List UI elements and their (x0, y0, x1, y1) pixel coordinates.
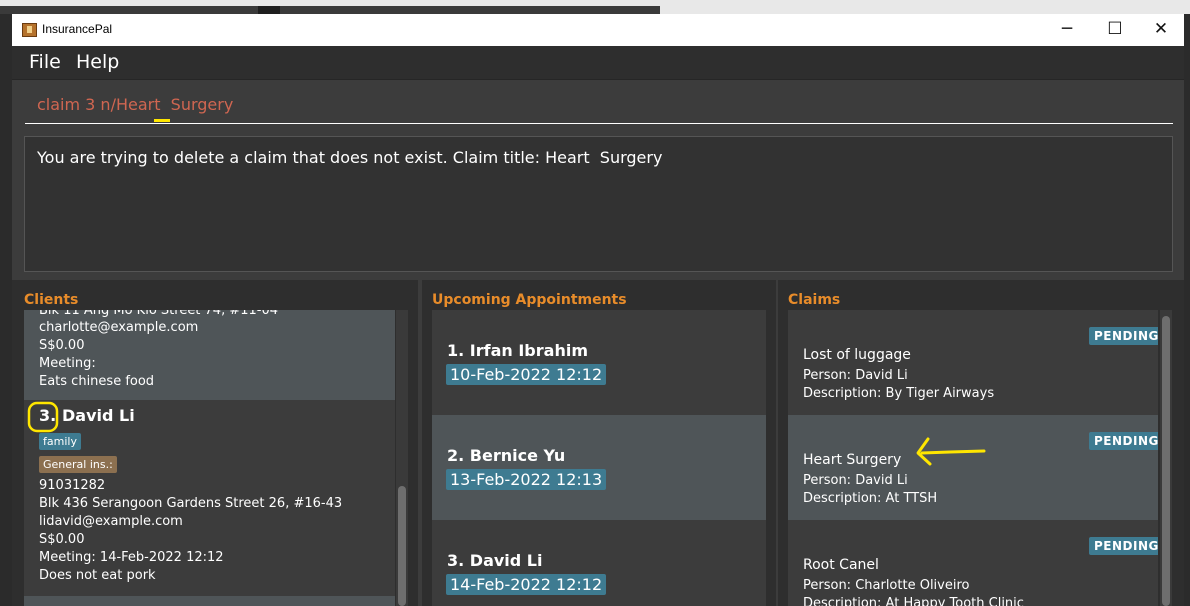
background-strip (0, 0, 1190, 14)
annotation-circle (27, 401, 59, 433)
client-note: Eats chinese food (39, 374, 155, 389)
status-badge: PENDING (1089, 537, 1158, 555)
status-badge: PENDING (1089, 432, 1158, 450)
client-address: Blk 11 Ang Mo Kio Street 74, #11-04 (39, 310, 279, 318)
result-message: You are trying to delete a claim that do… (37, 148, 663, 167)
appointment-name: 2. Bernice Yu (447, 446, 566, 465)
annotation-underline (154, 119, 170, 122)
claim-title: Lost of luggage (803, 347, 911, 363)
clients-scrollbar[interactable] (396, 310, 408, 606)
title-bar: InsurancePal ─ ☐ ✕ (12, 14, 1184, 46)
list-item[interactable]: PENDING Heart Surgery Person: David Li D… (788, 415, 1158, 520)
list-item[interactable]: 2. Bernice Yu 13-Feb-2022 12:13 (432, 415, 766, 520)
client-phone: 91031282 (39, 478, 106, 493)
clients-title: Clients (24, 292, 79, 308)
list-item[interactable]: PENDING Lost of luggage Person: David Li… (788, 310, 1158, 415)
client-meeting: Meeting: 14-Feb-2022 12:12 (39, 550, 224, 565)
claims-scrollbar[interactable] (1160, 310, 1172, 606)
list-item[interactable]: 3. David Li family General ins.: 9103128… (24, 400, 395, 596)
claims-title: Claims (788, 292, 841, 308)
client-amount: S$0.00 (39, 338, 85, 353)
maximize-button[interactable]: ☐ (1092, 14, 1138, 46)
command-input[interactable]: claim 3 n/Heart Surgery (37, 95, 233, 114)
claim-person: Person: David Li (803, 368, 908, 383)
command-underline (25, 123, 1173, 124)
claim-title: Root Canel (803, 557, 879, 573)
status-badge: PENDING (1089, 327, 1158, 345)
appointments-list: 1. Irfan Ibrahim 10-Feb-2022 12:12 2. Be… (432, 310, 766, 606)
client-insurance: General ins.: (39, 456, 117, 473)
menu-help[interactable]: Help (76, 51, 119, 73)
app-icon (22, 23, 37, 37)
clients-list: Blk 11 Ang Mo Kio Street 74, #11-04 char… (24, 310, 395, 606)
client-tag: family (39, 433, 81, 450)
appointment-date: 10-Feb-2022 12:12 (446, 364, 607, 385)
annotation-arrow (916, 437, 986, 466)
list-item[interactable]: PENDING Root Canel Person: Charlotte Oli… (788, 520, 1158, 606)
appointment-date: 14-Feb-2022 12:12 (446, 574, 607, 595)
close-button[interactable]: ✕ (1138, 14, 1184, 46)
result-display: You are trying to delete a claim that do… (24, 136, 1173, 272)
appointment-name: 3. David Li (447, 551, 543, 570)
minimize-button[interactable]: ─ (1044, 14, 1090, 46)
client-meeting: Meeting: (39, 356, 96, 371)
menu-file[interactable]: File (29, 51, 61, 73)
list-item[interactable]: 1. Irfan Ibrahim 10-Feb-2022 12:12 (432, 310, 766, 415)
client-amount: S$0.00 (39, 532, 85, 547)
list-item[interactable]: 3. David Li 14-Feb-2022 12:12 (432, 520, 766, 606)
client-email: lidavid@example.com (39, 514, 183, 529)
claim-person: Person: David Li (803, 473, 908, 488)
appointment-name: 1. Irfan Ibrahim (447, 341, 588, 360)
app-window: InsurancePal ─ ☐ ✕ File Help claim 3 n/H… (12, 14, 1184, 606)
client-note: Does not eat pork (39, 568, 156, 583)
list-item[interactable]: Blk 11 Ang Mo Kio Street 74, #11-04 char… (24, 310, 395, 400)
appointments-panel: Upcoming Appointments 1. Irfan Ibrahim 1… (422, 280, 776, 606)
claim-description: Description: By Tiger Airways (803, 386, 995, 401)
claim-title: Heart Surgery (803, 452, 902, 468)
claim-description: Description: At Happy Tooth Clinic (803, 596, 1024, 606)
appointments-title: Upcoming Appointments (432, 292, 627, 308)
background-window-edge-dark (258, 6, 280, 14)
list-item[interactable] (24, 596, 395, 606)
window-title: InsurancePal (42, 22, 113, 36)
claims-scroll-thumb[interactable] (1162, 316, 1170, 606)
command-box[interactable]: claim 3 n/Heart Surgery (12, 80, 1184, 128)
client-email: charlotte@example.com (39, 320, 199, 335)
claims-panel: Claims PENDING Lost of luggage Person: D… (778, 280, 1184, 606)
menu-bar: File Help (12, 46, 1184, 80)
claims-list: PENDING Lost of luggage Person: David Li… (788, 310, 1158, 606)
claim-description: Description: At TTSH (803, 491, 938, 506)
client-name: David Li (62, 406, 135, 425)
clients-scroll-thumb[interactable] (398, 486, 406, 606)
background-window-edge (0, 6, 660, 14)
appointment-date: 13-Feb-2022 12:13 (446, 469, 607, 490)
claim-person: Person: Charlotte Oliveiro (803, 578, 970, 593)
client-address: Blk 436 Serangoon Gardens Street 26, #16… (39, 496, 343, 511)
clients-panel: Clients Blk 11 Ang Mo Kio Street 74, #11… (12, 280, 418, 606)
